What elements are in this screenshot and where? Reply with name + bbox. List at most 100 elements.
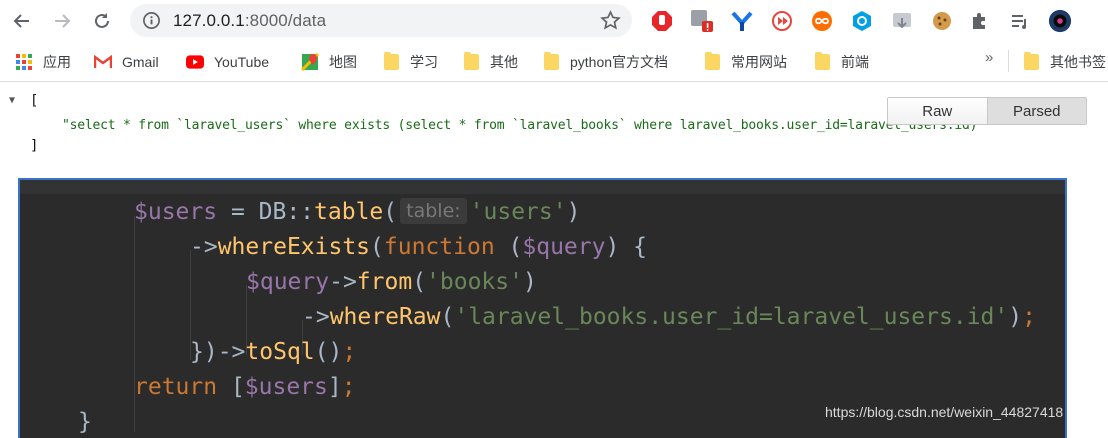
info-icon[interactable] <box>142 11 161 30</box>
folder-icon <box>813 52 831 71</box>
download-box-icon <box>893 13 911 29</box>
code-token: -> <box>302 304 330 330</box>
url-path: :8000/data <box>244 11 327 30</box>
arrow-right-icon <box>55 14 71 28</box>
bookmark-folder-other[interactable]: 其他 <box>462 51 518 73</box>
code-token: ) <box>1008 304 1023 330</box>
cookie-icon <box>933 12 951 30</box>
code-token: ) <box>522 269 537 295</box>
reload-button[interactable] <box>88 7 116 35</box>
fast-forward-icon <box>772 11 792 31</box>
extension-gray[interactable] <box>690 9 714 33</box>
bookmark-apps[interactable]: 应用 <box>15 51 71 73</box>
bookmark-folder-common-sites[interactable]: 常用网站 <box>703 51 787 73</box>
code-line-4: ->whereRaw('laravel_books.user_id=larave… <box>302 301 1036 333</box>
url-host: 127.0.0.1 <box>173 11 245 30</box>
playlist-icon <box>1012 15 1026 29</box>
code-token: whereExists <box>217 234 371 260</box>
code-token: ; <box>342 339 357 365</box>
code-token: $users <box>244 374 328 400</box>
bookmark-folder-study[interactable]: 学习 <box>382 51 438 73</box>
code-line-1: $users = DB::table(table:'users') <box>134 196 580 228</box>
code-token: ( <box>370 234 384 260</box>
bookmark-label: Gmail <box>122 54 159 70</box>
bookmarks-separator <box>1008 50 1009 72</box>
folder-icon <box>703 52 721 71</box>
code-token: = DB:: <box>217 199 315 225</box>
bookmark-maps[interactable]: 地图 <box>301 51 357 73</box>
json-string-value: "select * from `laravel_users` where exi… <box>62 118 978 133</box>
puzzle-icon <box>973 13 985 29</box>
raw-button[interactable]: Raw <box>888 98 987 124</box>
code-token: -> <box>329 269 357 295</box>
code-token: ( <box>440 304 455 330</box>
code-token: ( <box>494 234 523 260</box>
extension-hexagon[interactable] <box>850 9 874 33</box>
extension-badge-icon <box>691 10 713 32</box>
extension-cookie[interactable] <box>930 9 954 33</box>
folder-icon <box>1022 52 1040 71</box>
bookmark-folder-python-docs[interactable]: python官方文档 <box>542 51 668 73</box>
back-button[interactable] <box>8 7 36 35</box>
maps-icon <box>301 53 319 71</box>
bookmark-label: 其他 <box>490 54 518 70</box>
extension-forward[interactable] <box>770 9 794 33</box>
forward-button[interactable] <box>48 7 76 35</box>
reading-list-button[interactable] <box>1008 9 1032 33</box>
bookmarks-overflow-button[interactable]: » <box>985 49 993 66</box>
reload-icon <box>95 13 109 28</box>
parsed-button[interactable]: Parsed <box>986 98 1086 124</box>
code-token: from <box>356 269 413 295</box>
collapse-toggle-icon[interactable]: ▼ <box>9 95 15 106</box>
code-token: ) <box>566 199 581 225</box>
bookmark-label: 学习 <box>410 54 438 70</box>
extension-infinity[interactable] <box>810 9 834 33</box>
code-token: () <box>314 339 343 365</box>
code-token: 'users' <box>469 199 567 225</box>
code-token: -> <box>217 339 246 365</box>
extensions-menu-button[interactable] <box>968 9 992 33</box>
bookmark-youtube[interactable]: YouTube <box>186 51 269 73</box>
stop-sign-icon <box>652 11 672 31</box>
bookmark-star-icon[interactable] <box>600 10 621 31</box>
extension-blue-y[interactable] <box>730 9 754 33</box>
code-token: ; <box>341 374 356 400</box>
bookmark-folder-frontend[interactable]: 前端 <box>813 51 869 73</box>
bookmark-folder-other-bookmarks[interactable]: 其他书签 <box>1022 51 1106 73</box>
profile-avatar[interactable] <box>1048 9 1072 33</box>
extension-download[interactable] <box>890 9 914 33</box>
code-token: 'books' <box>426 269 523 295</box>
code-snippet-image: $users = DB::table(table:'users') ->wher… <box>18 178 1067 438</box>
bookmarks-bar: 应用 Gmail YouTube 地图 学习 其他 python官方文档 常用网… <box>0 42 1108 82</box>
code-token: toSql <box>245 339 315 365</box>
code-token: -> <box>190 234 218 260</box>
code-top-bar <box>20 180 1065 194</box>
code-token: $query <box>522 234 606 260</box>
address-bar[interactable]: 127.0.0.1:8000/data <box>130 4 632 37</box>
code-token: ( <box>412 269 427 295</box>
avatar-icon <box>1048 9 1072 33</box>
apps-grid-icon <box>15 53 33 71</box>
bookmark-label: python官方文档 <box>570 54 669 70</box>
infinity-icon <box>812 11 832 31</box>
bookmark-label: 常用网站 <box>731 54 787 70</box>
code-token: }) <box>190 339 218 365</box>
folder-icon <box>462 52 480 71</box>
raw-parsed-toggle: Raw Parsed <box>887 97 1087 125</box>
url-text[interactable]: 127.0.0.1:8000/data <box>173 11 326 31</box>
youtube-icon <box>186 53 204 71</box>
browser-toolbar: 127.0.0.1:8000/data <box>0 0 1108 42</box>
code-token: ] <box>327 374 342 400</box>
param-hint: table: <box>400 198 467 224</box>
code-token: whereRaw <box>329 304 441 330</box>
folder-icon <box>382 52 400 71</box>
bookmark-label: 前端 <box>841 54 869 70</box>
adblock-extension[interactable] <box>650 9 674 33</box>
code-token: ) { <box>605 234 648 260</box>
watermark-text: https://blog.csdn.net/weixin_44827418 <box>825 404 1064 420</box>
code-token: $users <box>134 199 218 225</box>
bookmark-gmail[interactable]: Gmail <box>94 51 159 73</box>
code-token: return <box>134 374 218 400</box>
code-token: table <box>314 199 384 225</box>
bookmark-label: 其他书签 <box>1050 54 1106 70</box>
